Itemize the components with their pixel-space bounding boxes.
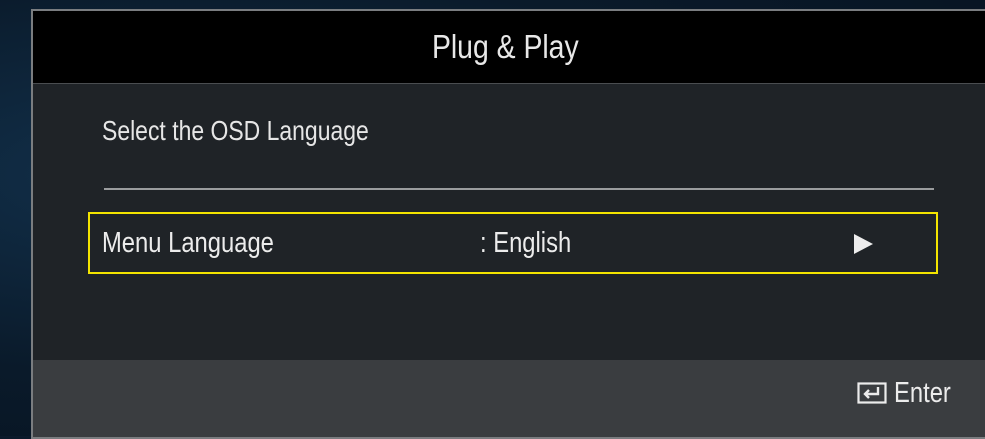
dialog-subtitle: Select the OSD Language [102,115,427,147]
arrow-right-icon[interactable] [854,234,873,254]
option-value-text: : English [480,227,572,259]
option-label: Menu Language [102,227,312,260]
enter-key-icon [857,382,887,404]
option-label-text: Menu Language [102,227,274,259]
dialog-title: Plug & Play [431,28,579,65]
menu-language-option[interactable]: Menu Language : English [88,212,938,274]
divider [104,188,934,190]
dialog-title-bar: Plug & Play [33,11,985,84]
enter-label: Enter [894,377,963,410]
subtitle-text: Select the OSD Language [102,115,369,146]
enter-label-text: Enter [894,376,951,409]
plug-and-play-dialog: Plug & Play Select the OSD Language Menu… [31,9,985,439]
enter-button[interactable]: Enter [857,375,963,411]
option-value: : English [480,227,591,260]
footer-bar: Enter [33,360,985,437]
